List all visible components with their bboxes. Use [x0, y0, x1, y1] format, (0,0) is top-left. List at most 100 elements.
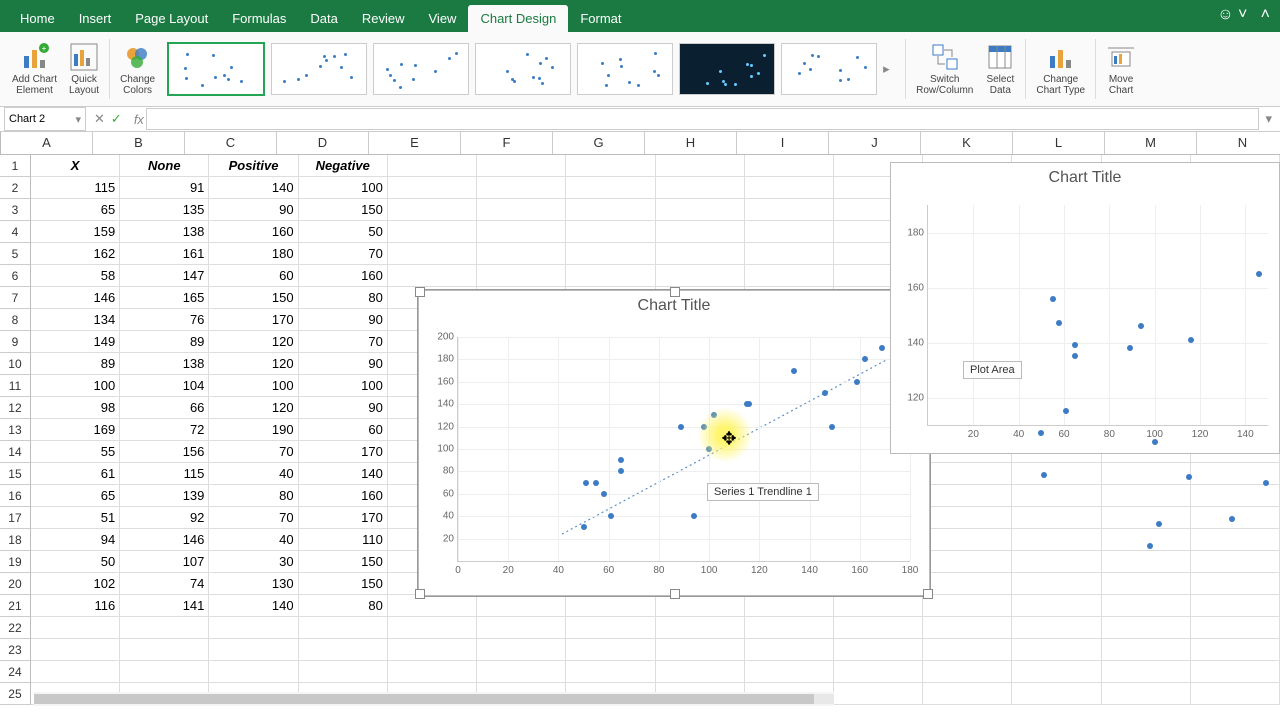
cell[interactable] [656, 639, 745, 661]
cell[interactable]: 40 [209, 529, 298, 551]
data-point[interactable] [746, 401, 752, 407]
cell[interactable]: 98 [31, 397, 120, 419]
column-header[interactable]: N [1197, 132, 1280, 154]
cell[interactable] [923, 639, 1012, 661]
cell[interactable] [745, 155, 834, 177]
data-point[interactable] [791, 368, 797, 374]
cell[interactable] [656, 155, 745, 177]
row-header[interactable]: 12 [0, 397, 31, 419]
cell[interactable] [1012, 661, 1101, 683]
cell[interactable] [209, 661, 298, 683]
cell[interactable]: 51 [31, 507, 120, 529]
data-point[interactable] [1147, 543, 1153, 549]
cell[interactable]: 50 [299, 221, 388, 243]
cell[interactable]: 60 [299, 419, 388, 441]
cell[interactable]: 165 [120, 287, 209, 309]
cell[interactable]: 169 [31, 419, 120, 441]
column-header[interactable]: M [1105, 132, 1197, 154]
cell[interactable] [923, 595, 1012, 617]
row-header[interactable]: 9 [0, 331, 31, 353]
cell[interactable] [1102, 617, 1191, 639]
cell[interactable] [834, 617, 923, 639]
cell[interactable]: 80 [209, 485, 298, 507]
cell[interactable] [1012, 573, 1101, 595]
cell[interactable] [834, 639, 923, 661]
row-header[interactable]: 3 [0, 199, 31, 221]
data-point[interactable] [1050, 296, 1056, 302]
tab-home[interactable]: Home [8, 5, 67, 32]
cell[interactable] [656, 177, 745, 199]
data-point[interactable] [1056, 320, 1062, 326]
cell[interactable] [745, 221, 834, 243]
cell[interactable]: Negative [299, 155, 388, 177]
cell[interactable]: 72 [120, 419, 209, 441]
cell[interactable] [656, 617, 745, 639]
cell[interactable]: 61 [31, 463, 120, 485]
cell[interactable] [566, 243, 655, 265]
cell[interactable]: 107 [120, 551, 209, 573]
row-header[interactable]: 25 [0, 683, 31, 705]
resize-handle[interactable] [415, 589, 425, 599]
column-header[interactable]: A [1, 132, 93, 154]
cell[interactable]: 160 [209, 221, 298, 243]
plot-area[interactable]: 12014016018020406080100120140 [927, 205, 1268, 426]
cell[interactable]: 149 [31, 331, 120, 353]
data-point[interactable] [829, 424, 835, 430]
cell[interactable] [1191, 595, 1280, 617]
cell[interactable] [1102, 551, 1191, 573]
cell[interactable] [477, 661, 566, 683]
cell[interactable] [477, 617, 566, 639]
cell[interactable] [1102, 661, 1191, 683]
cell[interactable]: 55 [31, 441, 120, 463]
cell[interactable]: 150 [299, 573, 388, 595]
change-colors-button[interactable]: ChangeColors [114, 32, 161, 106]
cell[interactable] [477, 155, 566, 177]
cell[interactable]: 159 [31, 221, 120, 243]
cell[interactable] [477, 265, 566, 287]
cell[interactable]: 102 [31, 573, 120, 595]
cell[interactable] [1191, 551, 1280, 573]
cell[interactable]: 115 [31, 177, 120, 199]
cell[interactable]: None [120, 155, 209, 177]
cell[interactable]: 66 [120, 397, 209, 419]
cell[interactable] [1012, 617, 1101, 639]
cell[interactable]: 90 [299, 397, 388, 419]
cell[interactable]: 170 [299, 507, 388, 529]
cell[interactable]: 134 [31, 309, 120, 331]
column-header[interactable]: B [93, 132, 185, 154]
cell[interactable]: 70 [299, 331, 388, 353]
cell[interactable] [209, 639, 298, 661]
row-header[interactable]: 6 [0, 265, 31, 287]
column-header[interactable]: J [829, 132, 921, 154]
cell[interactable]: 140 [299, 463, 388, 485]
cell[interactable]: 170 [299, 441, 388, 463]
chart-object-1[interactable]: Chart Title 2040608010012014016018020002… [418, 290, 930, 596]
row-header[interactable]: 14 [0, 441, 31, 463]
cell[interactable]: 40 [209, 463, 298, 485]
tab-view[interactable]: View [417, 5, 469, 32]
cell[interactable]: 120 [209, 397, 298, 419]
cell[interactable] [745, 595, 834, 617]
data-point[interactable] [691, 513, 697, 519]
styles-expand-icon[interactable]: ▸ [883, 61, 895, 77]
row-header[interactable]: 8 [0, 309, 31, 331]
cell[interactable] [1012, 683, 1101, 705]
cell[interactable]: Positive [209, 155, 298, 177]
cell[interactable]: 150 [209, 287, 298, 309]
cell[interactable] [566, 265, 655, 287]
data-point[interactable] [1041, 472, 1047, 478]
cell[interactable]: 160 [299, 265, 388, 287]
cell[interactable]: 135 [120, 199, 209, 221]
data-point[interactable] [1263, 480, 1269, 486]
cell[interactable]: 161 [120, 243, 209, 265]
cell[interactable]: 80 [299, 287, 388, 309]
data-point[interactable] [1038, 430, 1044, 436]
cell[interactable] [656, 661, 745, 683]
cell[interactable]: 90 [299, 309, 388, 331]
cell[interactable]: 156 [120, 441, 209, 463]
cell[interactable] [388, 617, 477, 639]
cell[interactable] [1102, 463, 1191, 485]
column-header[interactable]: C [185, 132, 277, 154]
name-box[interactable]: Chart 2 ▾ [4, 107, 86, 131]
row-header[interactable]: 21 [0, 595, 31, 617]
